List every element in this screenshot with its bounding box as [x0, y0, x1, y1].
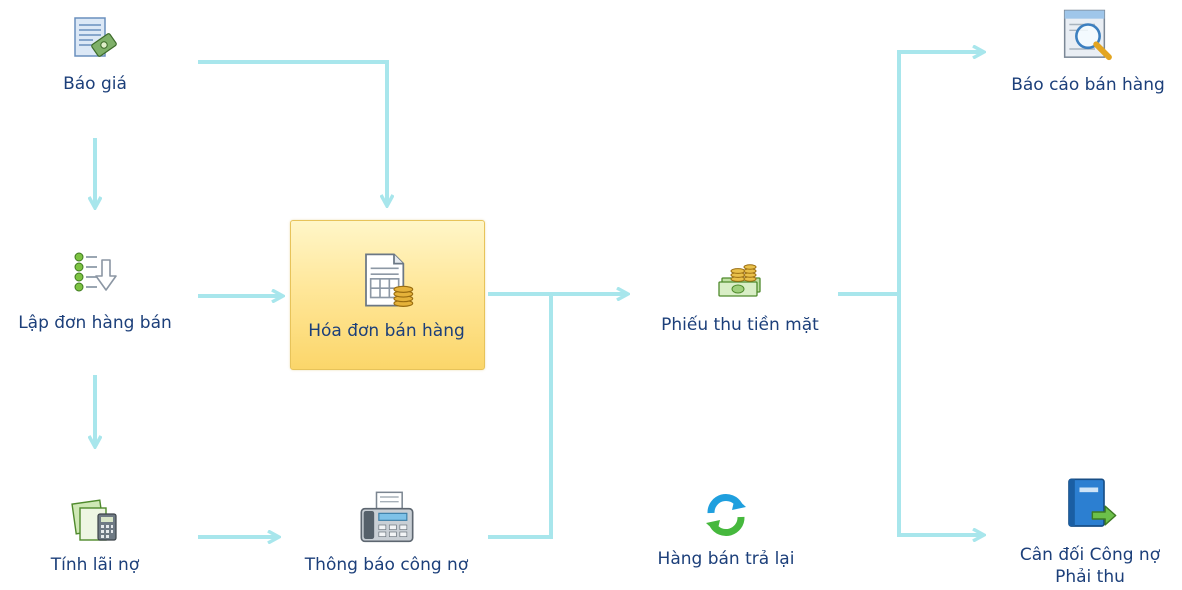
cash-coins-icon [718, 264, 761, 297]
node-label: Phiếu thu tiền mặt [661, 315, 819, 335]
node-can-doi-cong-no[interactable]: Cân đối Công nợ Phải thu [1008, 476, 1172, 588]
node-hang-ban-tra-lai[interactable]: Hàng bán trả lại [626, 491, 826, 570]
node-label: Hàng bán trả lại [657, 549, 795, 569]
book-arrow-icon [1068, 478, 1117, 527]
node-bao-cao-ban-hang[interactable]: Báo cáo bán hàng [995, 6, 1181, 96]
node-phieu-thu-tien-mat[interactable]: Phiếu thu tiền mặt [640, 252, 840, 336]
node-label: Lập đơn hàng bán [18, 313, 172, 333]
node-bao-gia[interactable]: Báo giá [35, 14, 155, 95]
line-thongbao-to-junction [488, 294, 553, 539]
report-magnifier-icon [1063, 9, 1112, 61]
node-label: Hóa đơn bán hàng [308, 321, 465, 341]
order-list-icon [74, 252, 117, 292]
fax-icon [360, 491, 413, 543]
node-lap-don-hang-ban[interactable]: Lập đơn hàng bán [0, 250, 190, 334]
node-thong-bao-cong-no[interactable]: Thông báo công nợ [290, 490, 483, 576]
quote-sheet-icon [74, 17, 117, 57]
node-label: Báo giá [63, 74, 127, 94]
arrow-split-to-baocao [897, 52, 983, 294]
arrow-split-to-candoi [897, 294, 983, 535]
node-label: Báo cáo bán hàng [1011, 75, 1165, 95]
node-label: Thông báo công nợ [304, 555, 469, 575]
arrow-baogia-to-hoadon [198, 60, 387, 205]
node-label: Cân đối Công nợ Phải thu [1019, 545, 1161, 587]
refresh-icon [706, 493, 746, 537]
invoice-coins-icon [364, 253, 413, 307]
node-label: Tính lãi nợ [50, 555, 140, 575]
calculator-icon [71, 499, 117, 541]
node-hoa-don-ban-hang[interactable]: Hóa đơn bán hàng [290, 250, 483, 342]
node-tinh-lai-no[interactable]: Tính lãi nợ [35, 496, 155, 576]
